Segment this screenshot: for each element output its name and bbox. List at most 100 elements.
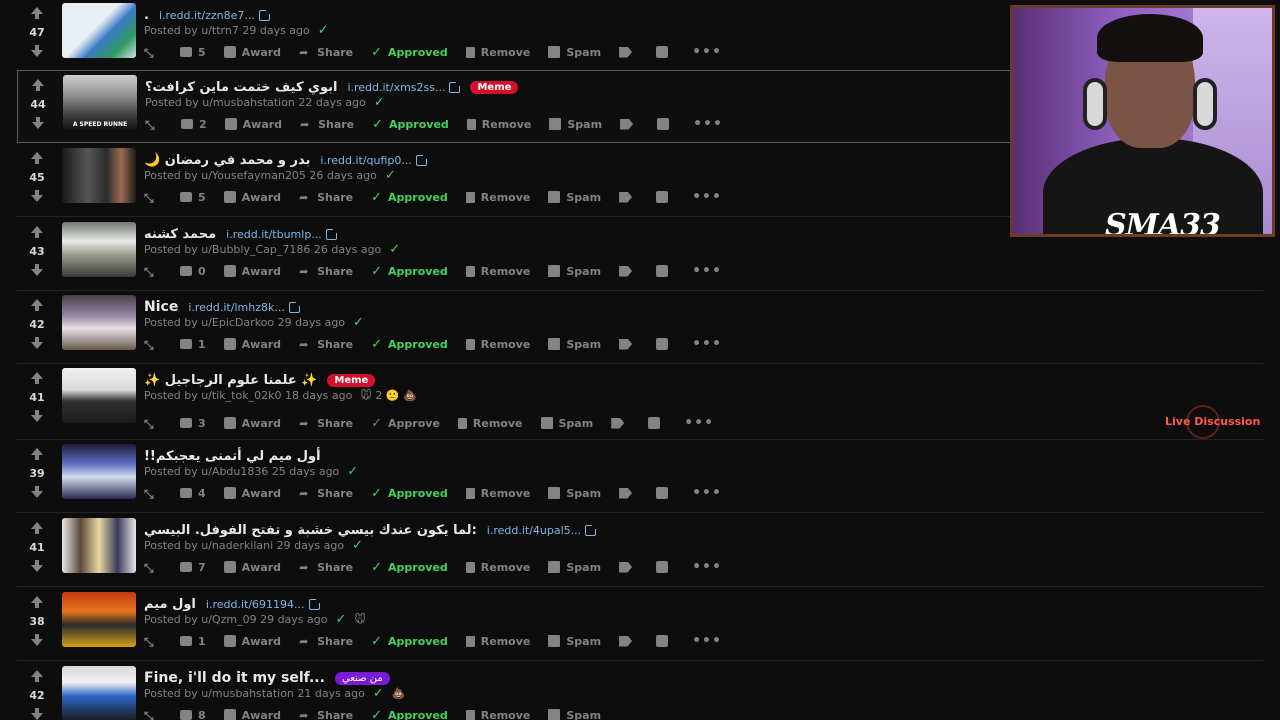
post-flair[interactable]: من صنعي (334, 671, 390, 685)
more-options-icon[interactable]: ••• (692, 44, 722, 60)
flair-button[interactable] (619, 46, 638, 58)
post-item[interactable]: 38 اول ميم i.redd.it/691194... Posted by… (17, 588, 1263, 661)
external-link-icon[interactable] (415, 153, 428, 166)
upvote-icon[interactable] (29, 594, 45, 610)
post-title[interactable]: !!أول ميم لي أتمنى يعجبكم (144, 449, 321, 464)
post-flair[interactable]: Meme (327, 373, 376, 387)
post-title[interactable]: Nice (144, 299, 178, 315)
expand-icon[interactable]: ⤡ (144, 265, 158, 279)
post-item[interactable]: 42 Nice i.redd.it/lmhz8k... Posted by u/… (17, 291, 1263, 364)
approved-button[interactable]: ✓ Approved (371, 634, 448, 649)
flair-button[interactable] (611, 417, 630, 429)
approved-button[interactable]: ✓ Approved (371, 190, 448, 205)
share-button[interactable]: ➦ Share (299, 487, 353, 501)
upvote-icon[interactable] (30, 77, 46, 93)
approved-button[interactable]: ✓ Approved (371, 264, 448, 279)
share-button[interactable]: ➦ Share (299, 191, 353, 205)
flair-button[interactable] (619, 487, 638, 499)
upvote-icon[interactable] (29, 668, 45, 684)
post-item[interactable]: 39 !!أول ميم لي أتمنى يعجبكم Posted by u… (17, 440, 1263, 513)
post-domain-link[interactable]: i.redd.it/tbumlp... (226, 228, 322, 241)
flair-button[interactable] (619, 191, 638, 203)
external-link-icon[interactable] (308, 597, 321, 610)
post-title[interactable]: ابوي كيف ختمت ماين كرافت؟ (145, 80, 337, 95)
spam-button[interactable]: Spam (548, 46, 601, 59)
award-button[interactable]: Award (223, 487, 281, 500)
more-options-icon[interactable]: ••• (692, 485, 722, 501)
remove-button[interactable]: Remove (465, 561, 530, 574)
expand-icon[interactable]: ⤡ (144, 191, 158, 205)
expand-icon[interactable]: ⤡ (144, 338, 158, 352)
spam-button[interactable]: Spam (548, 338, 601, 351)
mod-shield-button[interactable] (657, 118, 675, 130)
remove-button[interactable]: Remove (465, 338, 530, 351)
comments-button[interactable]: 3 (180, 417, 206, 430)
post-title[interactable]: 🌙 بدر و محمد في رمضان (144, 153, 310, 168)
flair-button[interactable] (619, 265, 638, 277)
approved-button[interactable]: ✓ Approved (371, 486, 448, 501)
post-item[interactable]: 41 لما يكون عندك بيسي خشبة و تفتح الفوفل… (17, 514, 1263, 587)
post-thumbnail[interactable] (62, 222, 136, 277)
more-options-icon[interactable]: ••• (692, 559, 722, 575)
post-title[interactable]: . (144, 8, 149, 23)
award-button[interactable]: Award (223, 709, 281, 720)
downvote-icon[interactable] (29, 43, 45, 59)
approved-button[interactable]: ✓ Approved (371, 45, 448, 60)
downvote-icon[interactable] (29, 408, 45, 424)
mod-shield-button[interactable] (656, 46, 674, 58)
upvote-icon[interactable] (29, 297, 45, 313)
share-button[interactable]: ➦ Share (299, 46, 353, 60)
post-domain-link[interactable]: i.redd.it/zzn8e7... (159, 9, 255, 22)
downvote-icon[interactable] (30, 115, 46, 131)
remove-button[interactable]: Remove (465, 46, 530, 59)
comments-button[interactable]: 5 (180, 46, 206, 59)
post-item[interactable]: 42 Fine, i'll do it my self... من صنعي P… (17, 662, 1263, 720)
more-options-icon[interactable]: ••• (693, 116, 723, 132)
comments-button[interactable]: 8 (180, 709, 206, 720)
post-title[interactable]: Fine, i'll do it my self... (144, 670, 325, 686)
downvote-icon[interactable] (29, 262, 45, 278)
downvote-icon[interactable] (29, 558, 45, 574)
post-flair[interactable]: Meme (470, 80, 519, 94)
remove-button[interactable]: Remove (465, 709, 530, 720)
comments-button[interactable]: 1 (180, 338, 206, 351)
downvote-icon[interactable] (29, 706, 45, 720)
more-options-icon[interactable]: ••• (684, 415, 714, 431)
remove-button[interactable]: Remove (457, 417, 523, 430)
spam-button[interactable]: Spam (548, 265, 601, 278)
spam-button[interactable]: Spam (549, 118, 602, 131)
upvote-icon[interactable] (29, 446, 45, 462)
spam-button[interactable]: Spam (548, 635, 601, 648)
post-domain-link[interactable]: i.redd.it/xms2ss... (347, 81, 445, 94)
remove-button[interactable]: Remove (465, 191, 530, 204)
expand-icon[interactable]: ⤡ (144, 561, 158, 575)
post-item[interactable]: 41 ✨ علمنا علوم الرجاجيل ✨ Meme Posted b… (17, 364, 1263, 440)
spam-button[interactable]: Spam (548, 709, 601, 720)
award-button[interactable]: Award (223, 635, 281, 648)
remove-button[interactable]: Remove (466, 118, 531, 131)
spam-button[interactable]: Spam (548, 487, 601, 500)
post-domain-link[interactable]: i.redd.it/4upal5... (487, 524, 581, 537)
share-button[interactable]: ➦ Share (299, 709, 353, 720)
post-domain-link[interactable]: i.redd.it/691194... (206, 598, 305, 611)
award-button[interactable]: Award (223, 46, 281, 59)
mod-shield-button[interactable] (656, 191, 674, 203)
mod-shield-button[interactable] (656, 635, 674, 647)
downvote-icon[interactable] (29, 188, 45, 204)
expand-icon[interactable]: ⤡ (144, 635, 158, 649)
post-domain-link[interactable]: i.redd.it/qufip0... (320, 154, 412, 167)
upvote-icon[interactable] (29, 370, 45, 386)
post-thumbnail[interactable]: A SPEED RUNNE (63, 75, 137, 130)
upvote-icon[interactable] (29, 520, 45, 536)
live-discussion-link[interactable]: Live Discussion (1165, 415, 1260, 428)
flair-button[interactable] (619, 338, 638, 350)
remove-button[interactable]: Remove (465, 635, 530, 648)
award-button[interactable]: Award (224, 118, 282, 131)
flair-button[interactable] (619, 561, 638, 573)
remove-button[interactable]: Remove (465, 487, 530, 500)
external-link-icon[interactable] (449, 80, 462, 93)
post-title[interactable]: محمد كشنه (144, 227, 216, 242)
mod-shield-button[interactable] (648, 417, 666, 429)
approved-button[interactable]: ✓ Approved (371, 337, 448, 352)
flair-button[interactable] (620, 118, 639, 130)
